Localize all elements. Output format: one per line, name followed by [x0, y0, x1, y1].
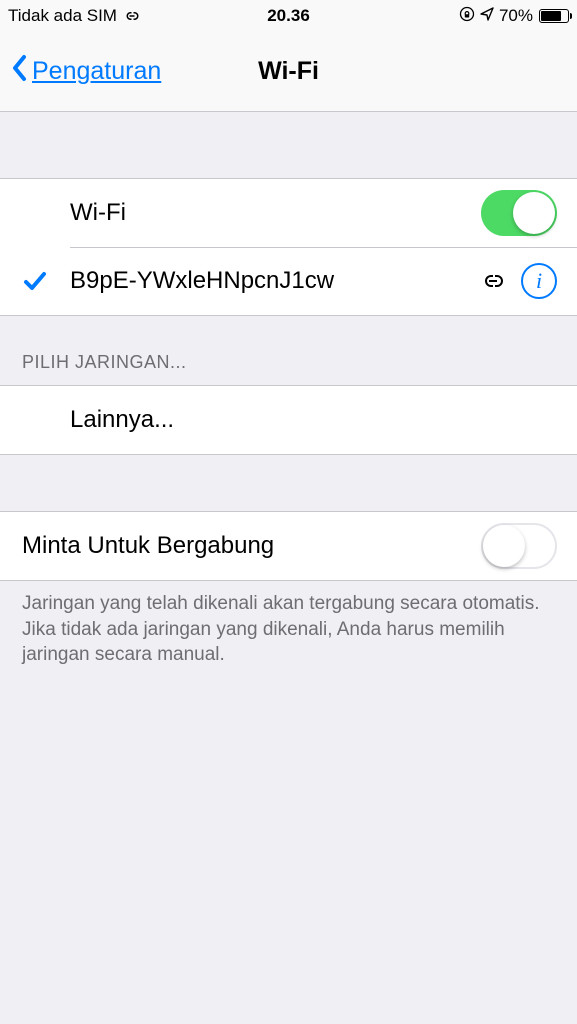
checkmark-icon	[22, 268, 48, 294]
status-left: Tidak ada SIM	[8, 6, 141, 26]
wifi-toggle-label: Wi-Fi	[70, 199, 481, 227]
location-icon	[479, 6, 495, 27]
carrier-text: Tidak ada SIM	[8, 6, 117, 26]
wifi-toggle-row[interactable]: Wi-Fi	[0, 179, 577, 247]
battery-percent: 70%	[499, 6, 533, 26]
network-info-button[interactable]: i	[521, 263, 557, 299]
other-label: Lainnya...	[70, 406, 557, 434]
hotspot-icon	[479, 271, 507, 291]
orientation-lock-icon	[459, 6, 475, 27]
back-label: Pengaturan	[32, 57, 161, 86]
back-button[interactable]: Pengaturan	[10, 53, 161, 90]
connected-network-row[interactable]: B9pE-YWxleHNpcnJ1cw i	[0, 247, 577, 315]
chevron-left-icon	[10, 53, 30, 90]
other-network-row[interactable]: Lainnya...	[0, 386, 577, 454]
networks-header: PILIH JARINGAN...	[0, 316, 577, 385]
hotspot-icon	[123, 9, 141, 23]
battery-icon	[539, 9, 569, 23]
wifi-group: Wi-Fi B9pE-YWxleHNpcnJ1cw i	[0, 178, 577, 316]
status-right: 70%	[459, 6, 569, 27]
wifi-toggle[interactable]	[481, 190, 557, 236]
ask-join-footer: Jaringan yang telah dikenali akan tergab…	[0, 581, 577, 678]
nav-bar: Pengaturan Wi-Fi	[0, 32, 577, 112]
ask-join-row[interactable]: Minta Untuk Bergabung	[0, 512, 577, 580]
status-time: 20.36	[267, 6, 310, 26]
networks-group: Lainnya...	[0, 385, 577, 455]
page-title: Wi-Fi	[258, 57, 319, 86]
ask-join-group: Minta Untuk Bergabung	[0, 511, 577, 581]
status-bar: Tidak ada SIM 20.36 70%	[0, 0, 577, 32]
ask-join-toggle[interactable]	[481, 523, 557, 569]
connected-ssid: B9pE-YWxleHNpcnJ1cw	[70, 267, 479, 295]
ask-join-label: Minta Untuk Bergabung	[22, 532, 481, 560]
